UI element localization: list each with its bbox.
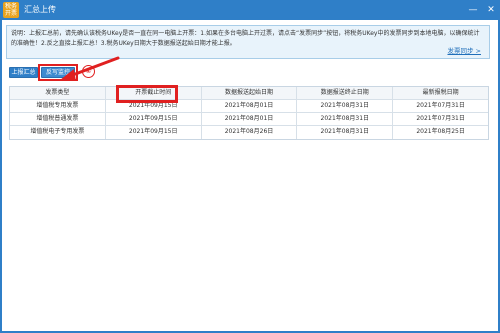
table-cell: 增值税专用发票	[10, 100, 106, 112]
table-cell: 2021年09月15日	[106, 113, 202, 125]
table-cell: 2021年08月25日	[416, 128, 465, 135]
table-cell: 2021年08月01日	[202, 100, 298, 112]
table-cell: 增值税电子专用发票	[10, 126, 106, 139]
table-cell: 2021年07月31日	[416, 102, 465, 109]
table-row[interactable]: 增值税普通发票 2021年09月15日 2021年08月01日 2021年08月…	[10, 113, 488, 126]
upload-summary-button[interactable]: 上报汇总	[9, 67, 38, 78]
table-cell: 2021年08月31日	[297, 100, 394, 112]
table-cell: 增值税普通发票	[10, 113, 106, 125]
table-cell: 2021年08月31日	[297, 113, 394, 125]
table-header-row: 发票类型 开票截止时间 数据报送起始日期 数据报送终止日期 最新报税日期	[10, 87, 488, 100]
table-cell: 2021年08月26日	[202, 126, 298, 139]
window-title: 汇总上传	[24, 5, 56, 14]
cutoff-column-highlight	[116, 85, 178, 103]
minimize-button[interactable]: —	[466, 4, 480, 16]
title-bar: 税务 开票 汇总上传 — ✕	[0, 0, 500, 20]
table-cell: 2021年09月15日	[106, 126, 202, 139]
monitor-button-highlight	[38, 64, 78, 81]
table-cell: 2021年08月31日	[297, 126, 394, 139]
step-number-badge: ④	[82, 65, 95, 78]
column-header-latest-tax-date[interactable]: 最新报税日期	[393, 87, 488, 99]
table-row[interactable]: 增值税专用发票 2021年09月15日 2021年08月01日 2021年08月…	[10, 100, 488, 113]
table-cell: 2021年07月31日	[416, 115, 465, 122]
close-button[interactable]: ✕	[484, 3, 498, 17]
column-header-invoice-type[interactable]: 发票类型	[10, 87, 106, 99]
app-logo-icon: 税务 开票	[3, 2, 19, 18]
table-row[interactable]: 增值税电子专用发票 2021年09月15日 2021年08月26日 2021年0…	[10, 126, 488, 139]
notice-text: 说明：上报汇总前，请先确认该税务UKey是否一直在同一电脑上开票：1.如果在多台…	[11, 30, 480, 47]
invoice-sync-link[interactable]: 发票同步 >	[447, 45, 481, 55]
summary-table: 发票类型 开票截止时间 数据报送起始日期 数据报送终止日期 最新报税日期 增值税…	[9, 86, 489, 140]
column-header-report-start[interactable]: 数据报送起始日期	[202, 87, 298, 99]
column-header-report-end[interactable]: 数据报送终止日期	[297, 87, 394, 99]
notice-box: 说明：上报汇总前，请先确认该税务UKey是否一直在同一电脑上开票：1.如果在多台…	[6, 25, 490, 59]
table-cell: 2021年08月01日	[202, 113, 298, 125]
